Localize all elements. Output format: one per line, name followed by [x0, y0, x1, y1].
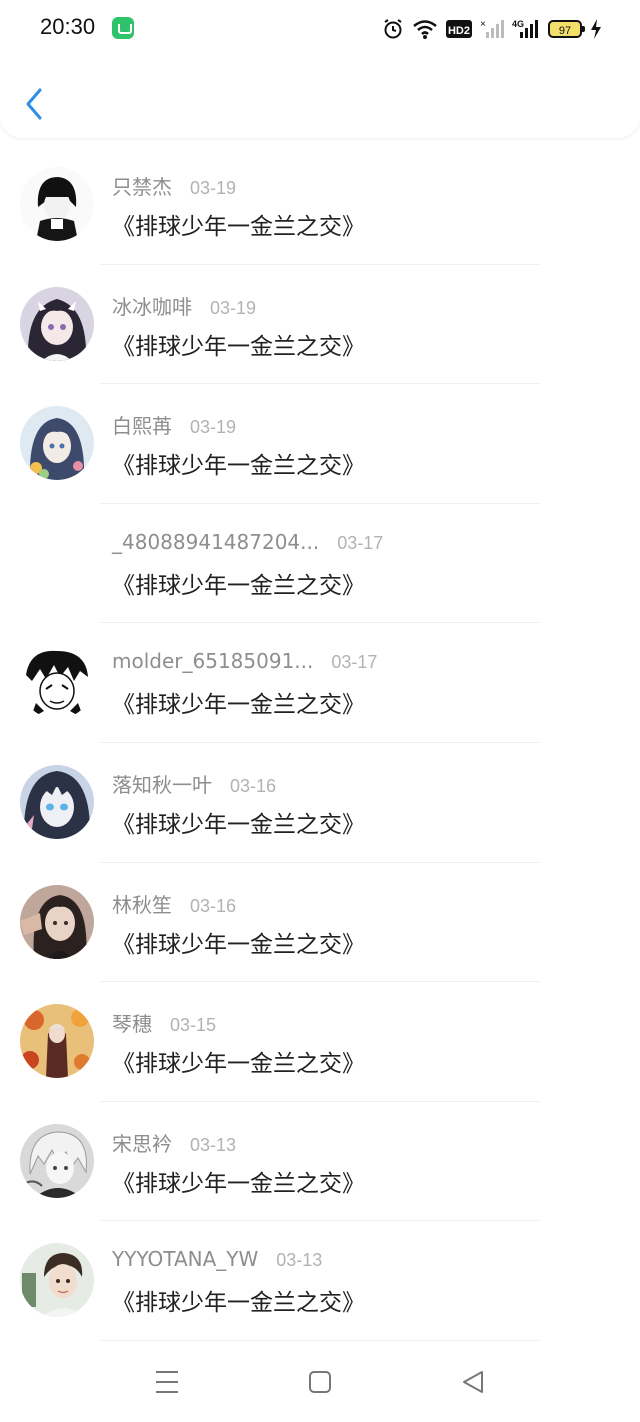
charging-icon: [590, 18, 602, 40]
message-text: 《排球少年一金兰之交》: [112, 453, 365, 480]
menu-nav-button[interactable]: [147, 1362, 187, 1402]
photo-girl-avatar[interactable]: [20, 884, 94, 959]
sender-name: molder_65185091...: [112, 649, 314, 674]
back-triangle-icon: [463, 1371, 483, 1393]
message-text: 《排球少年一金兰之交》: [112, 214, 365, 240]
list-item[interactable]: 宋思衿 03-13 《排球少年一金兰之交》: [0, 1102, 640, 1222]
manga-avatar[interactable]: [20, 645, 94, 720]
message-date: 03-16: [190, 895, 237, 916]
sender-name: 只禁杰: [112, 175, 172, 199]
system-nav-bar: [0, 1342, 640, 1422]
chevron-left-icon: [26, 88, 42, 120]
list-item[interactable]: YYYOTANA_YW 03-13 《排球少年一金兰之交》: [0, 1221, 640, 1341]
status-bar: 20:30 HD2 × 4G 97: [0, 0, 640, 58]
message-date: 03-15: [170, 1015, 217, 1036]
dark-boy-avatar[interactable]: [20, 167, 94, 241]
empty-avatar[interactable]: [20, 526, 94, 600]
message-text: 《排球少年一金兰之交》: [112, 1051, 365, 1078]
home-nav-button[interactable]: [300, 1362, 340, 1402]
photo-boy-avatar[interactable]: [20, 1243, 94, 1318]
maid-girl-avatar[interactable]: [20, 286, 94, 361]
message-date: 03-19: [190, 178, 237, 198]
sender-name: 冰冰咖啡: [112, 294, 192, 319]
message-date: 03-13: [190, 1134, 237, 1155]
alarm-icon: [382, 18, 404, 40]
message-text: 《排球少年一金兰之交》: [112, 1170, 365, 1197]
back-nav-button[interactable]: [453, 1362, 493, 1402]
divider: [100, 1339, 540, 1341]
status-time: 20:30: [40, 14, 96, 39]
message-date: 03-13: [276, 1250, 323, 1271]
sender-name: YYYOTANA_YW: [112, 1247, 259, 1272]
list-item[interactable]: _48088941487204... 03-17 《排球少年一金兰之交》: [0, 504, 640, 624]
sender-name: 琴穗: [112, 1012, 152, 1037]
message-date: 03-19: [210, 297, 257, 318]
list-item[interactable]: 林秋笙 03-16 《排球少年一金兰之交》: [0, 863, 640, 983]
svg-text:HD2: HD2: [448, 25, 470, 37]
message-text: 《排球少年一金兰之交》: [112, 333, 365, 360]
svg-text:×: ×: [480, 19, 486, 30]
message-date: 03-16: [230, 775, 277, 796]
message-date: 03-19: [190, 417, 237, 438]
back-button[interactable]: [18, 82, 52, 126]
message-text: 《排球少年一金兰之交》: [112, 811, 365, 838]
wifi-icon: [412, 18, 438, 40]
signal-off-icon: ×: [480, 18, 504, 40]
message-text: 《排球少年一金兰之交》: [112, 931, 365, 958]
hd-icon: HD2: [446, 19, 472, 39]
menu-icon: [156, 1371, 178, 1393]
message-text: 《排球少年一金兰之交》: [112, 1290, 365, 1317]
message-date: 03-17: [337, 532, 384, 553]
app-notification-icon: [112, 17, 134, 39]
message-list: 只禁杰 03-19 《排球少年一金兰之交》 冰冰咖啡 03-19 《排球少年一金…: [0, 145, 640, 1341]
home-square-icon: [309, 1371, 331, 1393]
sender-name: 白熙苒: [112, 414, 172, 439]
battery-indicator: 97: [548, 20, 585, 38]
message-date: 03-17: [331, 652, 378, 673]
sender-name: 落知秋一叶: [112, 772, 212, 797]
sender-name: 林秋笙: [112, 892, 172, 917]
anime-girl-blue-avatar[interactable]: [20, 406, 94, 481]
sender-name: _48088941487204...: [112, 529, 320, 554]
autumn-avatar[interactable]: [20, 1004, 94, 1079]
list-item[interactable]: 白熙苒 03-19 《排球少年一金兰之交》: [0, 384, 640, 504]
message-text: 《排球少年一金兰之交》: [112, 692, 365, 719]
blue-eyes-avatar[interactable]: [20, 764, 94, 839]
message-text: 《排球少年一金兰之交》: [112, 572, 365, 599]
white-hair-avatar[interactable]: [20, 1123, 94, 1198]
list-item[interactable]: 琴穗 03-15 《排球少年一金兰之交》: [0, 982, 640, 1102]
signal-4g-icon: 4G: [512, 18, 540, 40]
list-item[interactable]: 冰冰咖啡 03-19 《排球少年一金兰之交》: [0, 265, 640, 385]
svg-text:4G: 4G: [512, 19, 524, 29]
list-item[interactable]: 只禁杰 03-19 《排球少年一金兰之交》: [0, 145, 640, 265]
list-item[interactable]: molder_65185091... 03-17 《排球少年一金兰之交》: [0, 623, 640, 743]
list-item[interactable]: 落知秋一叶 03-16 《排球少年一金兰之交》: [0, 743, 640, 863]
sender-name: 宋思衿: [112, 1131, 172, 1156]
